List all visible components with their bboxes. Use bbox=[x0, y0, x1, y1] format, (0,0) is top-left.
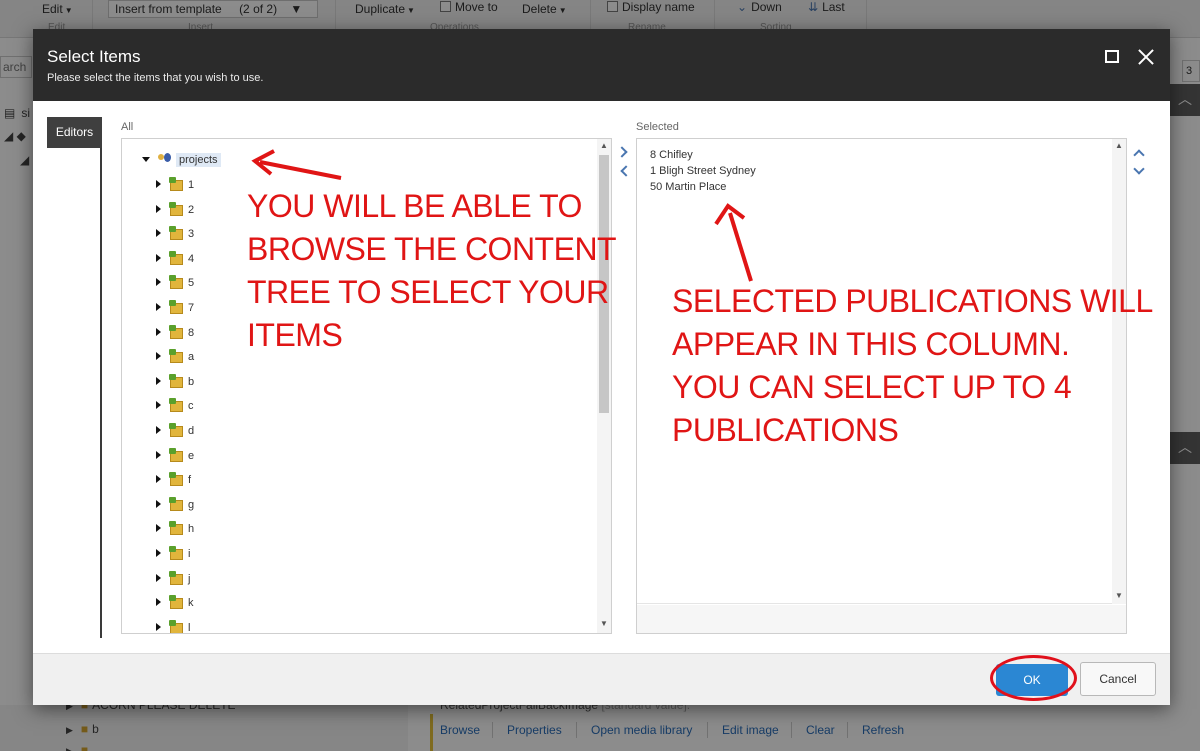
annotation-arrows bbox=[251, 149, 753, 282]
cancel-button[interactable]: Cancel bbox=[1080, 662, 1156, 696]
annotation-arrow-left-icon bbox=[251, 149, 342, 180]
select-items-dialog: Select Items Please select the items tha… bbox=[33, 29, 1170, 705]
dialog-footer: OK Cancel bbox=[33, 653, 1170, 705]
ok-highlight-circle bbox=[990, 655, 1077, 701]
annotation-arrow-up-icon bbox=[714, 203, 753, 282]
